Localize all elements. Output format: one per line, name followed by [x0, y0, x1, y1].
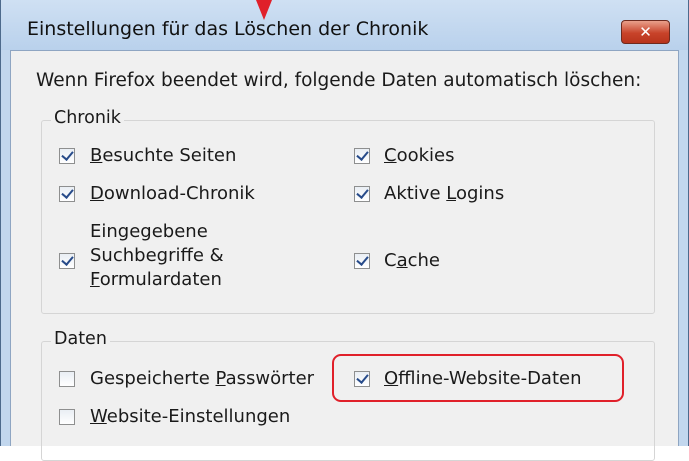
- checkbox-aktive-logins[interactable]: [354, 186, 370, 202]
- checkbox-besuchte-seiten[interactable]: [59, 148, 75, 164]
- group-chronik: Chronik Besuchte Seiten Download-Chronik…: [41, 108, 655, 314]
- label-download-chronik[interactable]: Download-Chronik: [90, 180, 255, 208]
- dialog-window: Einstellungen für das Löschen der Chroni…: [0, 0, 689, 461]
- label-website-einstellungen[interactable]: Website-Einstellungen: [90, 403, 290, 431]
- label-cache[interactable]: Cache: [384, 247, 440, 275]
- dialog-content: Wenn Firefox beendet wird, folgende Date…: [10, 50, 679, 461]
- dialog-title: Einstellungen für das Löschen der Chroni…: [27, 18, 429, 40]
- close-icon: ✕: [639, 23, 652, 41]
- label-formulardaten[interactable]: Eingegebene Suchbegriffe & Formulardaten: [90, 220, 224, 292]
- checkbox-cookies[interactable]: [354, 148, 370, 164]
- group-daten-label: Daten: [51, 329, 110, 349]
- checkbox-formulardaten[interactable]: [59, 253, 75, 269]
- close-button[interactable]: ✕: [621, 20, 670, 44]
- checkbox-download-chronik[interactable]: [59, 186, 75, 202]
- checkbox-cache[interactable]: [354, 253, 370, 269]
- checkbox-gespeicherte-passwoerter[interactable]: [59, 371, 75, 387]
- group-chronik-label: Chronik: [51, 108, 124, 128]
- label-aktive-logins[interactable]: Aktive Logins: [384, 180, 504, 208]
- annotation-arrow-icon: [256, 0, 272, 20]
- label-gespeicherte-passwoerter[interactable]: Gespeicherte Passwörter: [90, 365, 314, 393]
- checkbox-website-einstellungen[interactable]: [59, 409, 75, 425]
- title-bar[interactable]: Einstellungen für das Löschen der Chroni…: [1, 0, 688, 50]
- intro-text: Wenn Firefox beendet wird, folgende Date…: [36, 70, 642, 91]
- annotation-highlight-box: [332, 354, 624, 402]
- label-cookies[interactable]: Cookies: [384, 142, 454, 170]
- label-besuchte-seiten[interactable]: Besuchte Seiten: [90, 142, 236, 170]
